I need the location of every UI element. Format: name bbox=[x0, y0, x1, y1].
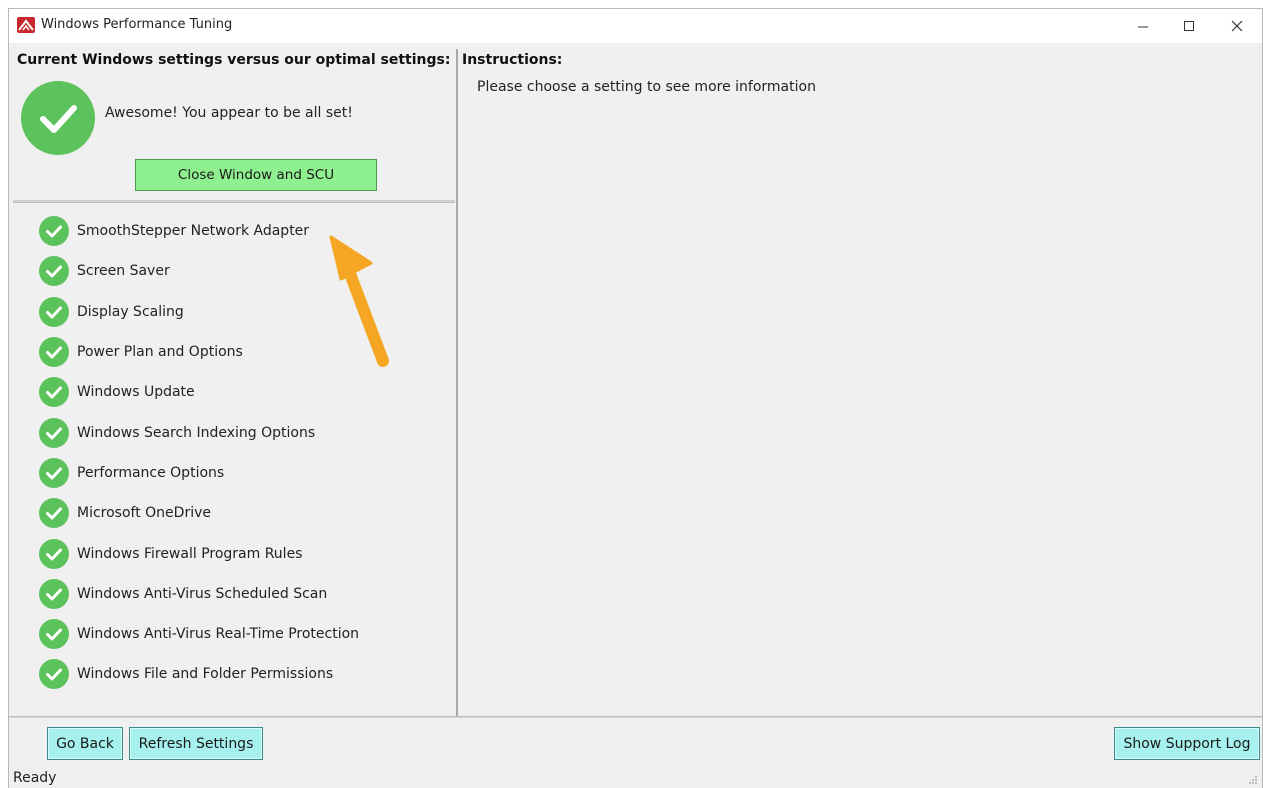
setting-label: Screen Saver bbox=[77, 263, 170, 280]
go-back-button[interactable]: Go Back bbox=[47, 727, 123, 760]
refresh-settings-button[interactable]: Refresh Settings bbox=[129, 727, 263, 760]
setting-label: Windows Firewall Program Rules bbox=[77, 545, 303, 562]
setting-label: Performance Options bbox=[77, 464, 225, 481]
setting-label: Windows Anti-Virus Scheduled Scan bbox=[77, 585, 328, 602]
settings-heading: Current Windows settings versus our opti… bbox=[17, 52, 451, 68]
check-circle-icon bbox=[39, 457, 69, 488]
setting-item-firewall-rules[interactable]: Windows Firewall Program Rules bbox=[39, 533, 449, 573]
maximize-icon bbox=[1184, 21, 1194, 31]
close-window-and-scu-button[interactable]: Close Window and SCU bbox=[135, 159, 377, 191]
check-circle-icon bbox=[39, 337, 69, 368]
setting-item-av-scheduled-scan[interactable]: Windows Anti-Virus Scheduled Scan bbox=[39, 574, 449, 614]
bottom-separator bbox=[9, 716, 1262, 718]
setting-label: Power Plan and Options bbox=[77, 344, 243, 361]
check-circle-icon bbox=[39, 296, 69, 327]
check-circle-icon bbox=[39, 498, 69, 529]
setting-label: Microsoft OneDrive bbox=[77, 505, 211, 522]
setting-label: Windows Anti-Virus Real-Time Protection bbox=[77, 626, 360, 643]
close-icon bbox=[1231, 20, 1243, 32]
check-circle-icon bbox=[39, 417, 69, 448]
setting-label: Windows Search Indexing Options bbox=[77, 424, 316, 441]
status-bar: Ready bbox=[9, 767, 1262, 788]
minimize-icon bbox=[1138, 26, 1148, 28]
setting-item-performance-options[interactable]: Performance Options bbox=[39, 453, 449, 493]
window-title: Windows Performance Tuning bbox=[41, 17, 233, 32]
settings-panel: Current Windows settings versus our opti… bbox=[9, 43, 456, 715]
status-message: Awesome! You appear to be all set! bbox=[105, 105, 353, 121]
app-logo-icon bbox=[17, 17, 35, 33]
setting-item-file-permissions[interactable]: Windows File and Folder Permissions bbox=[39, 654, 449, 694]
check-circle-icon bbox=[39, 578, 69, 609]
setting-item-av-realtime[interactable]: Windows Anti-Virus Real-Time Protection bbox=[39, 614, 449, 654]
setting-label: SmoothStepper Network Adapter bbox=[77, 223, 310, 240]
status-text: Ready bbox=[13, 770, 57, 786]
check-circle-icon bbox=[39, 538, 69, 569]
app-window: Windows Performance Tuning Current Windo… bbox=[8, 8, 1263, 788]
check-circle-icon bbox=[39, 377, 69, 408]
check-circle-icon bbox=[39, 216, 69, 247]
maximize-button[interactable] bbox=[1164, 9, 1214, 43]
title-bar: Windows Performance Tuning bbox=[9, 9, 1262, 43]
instructions-panel: Instructions: Please choose a setting to… bbox=[458, 43, 1262, 715]
close-window-button[interactable] bbox=[1212, 9, 1262, 43]
setting-label: Windows Update bbox=[77, 384, 195, 401]
resize-grip-icon[interactable] bbox=[1248, 775, 1258, 785]
setting-item-windows-update[interactable]: Windows Update bbox=[39, 372, 449, 412]
show-support-log-button[interactable]: Show Support Log bbox=[1114, 727, 1260, 760]
check-circle-icon bbox=[39, 256, 69, 287]
check-circle-icon bbox=[39, 659, 69, 690]
instructions-heading: Instructions: bbox=[462, 52, 563, 68]
instructions-text: Please choose a setting to see more info… bbox=[477, 79, 816, 95]
section-divider bbox=[13, 200, 455, 203]
setting-label: Display Scaling bbox=[77, 303, 184, 320]
minimize-button[interactable] bbox=[1118, 9, 1168, 43]
setting-item-search-indexing[interactable]: Windows Search Indexing Options bbox=[39, 412, 449, 452]
check-circle-icon bbox=[21, 81, 95, 155]
check-circle-icon bbox=[39, 619, 69, 650]
setting-label: Windows File and Folder Permissions bbox=[77, 666, 334, 683]
arrow-pointer-icon bbox=[329, 235, 389, 367]
setting-item-onedrive[interactable]: Microsoft OneDrive bbox=[39, 493, 449, 533]
